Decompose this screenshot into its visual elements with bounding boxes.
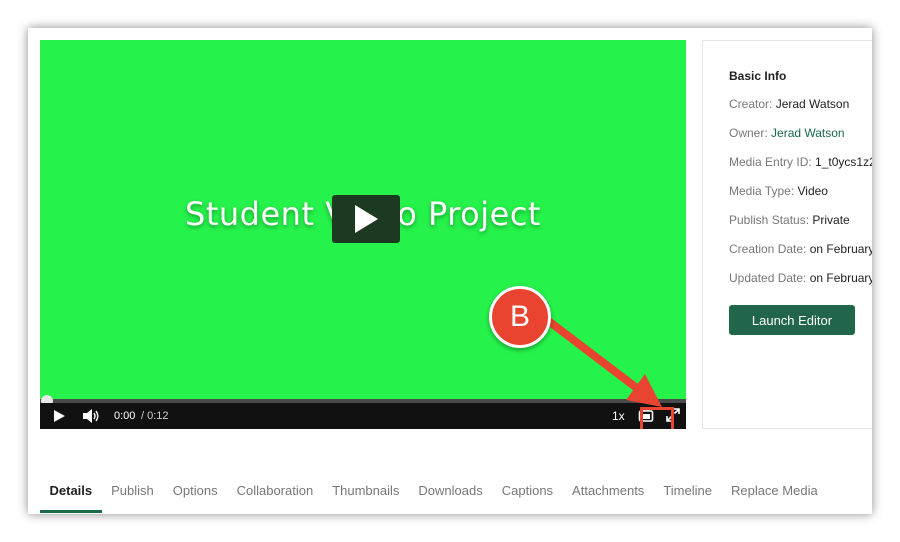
media-page-frame: Student Video Project 0:00 /	[28, 28, 872, 514]
volume-button[interactable]	[82, 408, 100, 424]
info-row-creator: Creator: Jerad Watson	[729, 97, 849, 111]
info-value: 1_t0ycs1z2	[811, 155, 872, 169]
big-play-button[interactable]	[332, 195, 400, 243]
info-label: Publish Status:	[729, 213, 810, 227]
tab-publish[interactable]: Publish	[102, 473, 164, 513]
tab-captions[interactable]: Captions	[492, 473, 562, 513]
volume-icon	[83, 409, 99, 423]
play-small-icon	[54, 410, 65, 422]
info-row-owner: Owner: Jerad Watson	[729, 126, 845, 140]
info-row-media-type: Media Type: Video	[729, 184, 828, 198]
video-player[interactable]: Student Video Project 0:00 /	[40, 40, 686, 429]
launch-editor-button[interactable]: Launch Editor	[729, 305, 855, 335]
info-label: Updated Date:	[729, 271, 807, 285]
basic-info-panel: Basic Info Creator: Jerad Watson Owner: …	[702, 40, 872, 429]
info-value: Video	[794, 184, 828, 198]
basic-info-heading: Basic Info	[729, 69, 787, 83]
info-value: Jerad Watson	[772, 97, 850, 111]
tab-timeline[interactable]: Timeline	[654, 473, 722, 513]
owner-link[interactable]: Jerad Watson	[768, 126, 845, 140]
tab-replace-media[interactable]: Replace Media	[721, 473, 827, 513]
info-label: Creator:	[729, 97, 773, 111]
info-row-publish-status: Publish Status: Private	[729, 213, 850, 227]
play-pause-button[interactable]	[52, 409, 66, 423]
info-row-updated-date: Updated Date: on February	[729, 271, 872, 285]
info-value: Private	[809, 213, 850, 227]
tab-options[interactable]: Options	[163, 473, 227, 513]
info-label: Owner:	[729, 126, 768, 140]
media-tabs: Details Publish Options Collaboration Th…	[40, 473, 827, 513]
current-time: 0:00	[114, 410, 136, 422]
info-label: Media Type:	[729, 184, 795, 198]
annotation-badge: B	[489, 286, 551, 348]
tab-details[interactable]: Details	[40, 473, 102, 513]
info-label: Media Entry ID:	[729, 155, 812, 169]
tab-downloads[interactable]: Downloads	[409, 473, 492, 513]
info-value: on February	[806, 271, 872, 285]
tab-attachments[interactable]: Attachments	[563, 473, 654, 513]
play-icon	[355, 205, 378, 233]
info-value: on February	[806, 242, 872, 256]
info-row-media-entry-id: Media Entry ID: 1_t0ycs1z2	[729, 155, 872, 169]
info-label: Creation Date:	[729, 242, 807, 256]
tab-collaboration[interactable]: Collaboration	[227, 473, 323, 513]
info-row-creation-date: Creation Date: on February	[729, 242, 872, 256]
tab-thumbnails[interactable]: Thumbnails	[323, 473, 409, 513]
duration-time: / 0:12	[141, 410, 169, 422]
annotation-highlight-box	[640, 407, 674, 429]
